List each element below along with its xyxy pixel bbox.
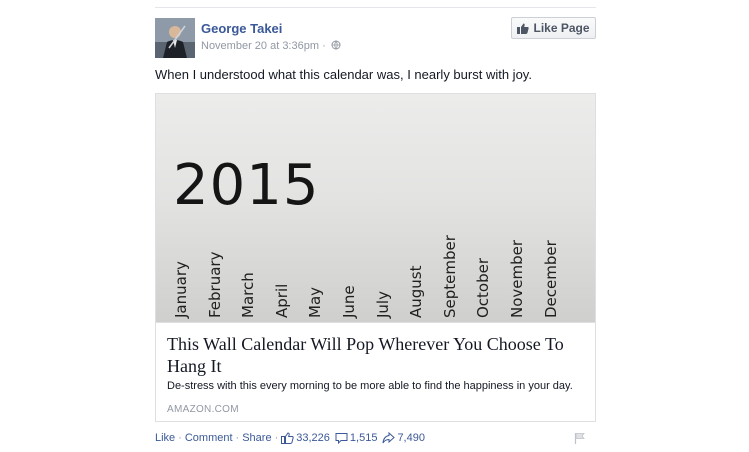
comment-link[interactable]: Comment (185, 432, 233, 444)
facebook-post: George Takei November 20 at 3:36pm · Lik… (143, 0, 606, 452)
likes-count-value: 33,226 (296, 432, 330, 444)
shares-count[interactable]: 7,490 (382, 432, 425, 444)
link-title[interactable]: This Wall Calendar Will Pop Wherever You… (167, 333, 587, 377)
calendar-image[interactable]: 2015 January February March April May June Jul… (156, 94, 595, 322)
action-separator: · (235, 432, 240, 444)
calendar-month-february: February (205, 251, 224, 318)
like-page-label: Like Page (533, 21, 590, 35)
divider (155, 7, 596, 8)
link-description: De-stress with this every morning to be … (167, 380, 573, 392)
like-page-button[interactable]: Like Page (511, 17, 596, 39)
globe-icon[interactable] (331, 40, 341, 53)
share-link[interactable]: Share (242, 432, 271, 444)
post-meta: November 20 at 3:36pm · (201, 40, 341, 53)
comment-bubble-icon (335, 433, 348, 444)
calendar-month-june: June (340, 285, 358, 318)
shares-count-value: 7,490 (397, 432, 425, 444)
avatar[interactable] (155, 18, 195, 58)
action-separator: · (274, 432, 279, 444)
calendar-month-january: January (172, 261, 190, 318)
profile-photo (155, 18, 195, 58)
link-preview-body: This Wall Calendar Will Pop Wherever You… (156, 322, 595, 422)
thumbs-up-icon (517, 23, 530, 34)
calendar-month-november: November (508, 239, 526, 318)
calendar-month-march: March (239, 272, 258, 318)
like-link[interactable]: Like (155, 432, 175, 444)
author-name[interactable]: George Takei (201, 21, 282, 36)
flag-icon[interactable] (574, 431, 586, 449)
calendar-month-may: May (306, 286, 325, 318)
calendar-month-december: December (541, 240, 560, 318)
calendar-month-september: September (440, 235, 459, 318)
calendar-year: 2015 (173, 153, 320, 218)
calendar-month-july: July (373, 291, 392, 318)
likes-count[interactable]: 33,226 (281, 432, 330, 444)
action-separator: · (178, 432, 182, 444)
link-source: AMAZON.COM (167, 404, 239, 415)
post-timestamp[interactable]: November 20 at 3:36pm (201, 40, 319, 52)
thumbs-up-icon (281, 432, 294, 444)
status-text: When I understood what this calendar was… (155, 67, 532, 82)
link-preview-card[interactable]: 2015 January February March April May June Jul… (155, 93, 596, 422)
meta-separator: · (322, 40, 326, 52)
share-arrow-icon (382, 432, 396, 444)
action-bar: Like · Comment · Share · 33,226 1,515 7,… (155, 432, 430, 444)
calendar-month-october: October (474, 257, 493, 318)
calendar-month-august: August (407, 265, 426, 319)
comments-count-value: 1,515 (349, 432, 378, 444)
comments-count[interactable]: 1,515 (335, 432, 378, 444)
calendar-month-april: April (272, 283, 291, 318)
